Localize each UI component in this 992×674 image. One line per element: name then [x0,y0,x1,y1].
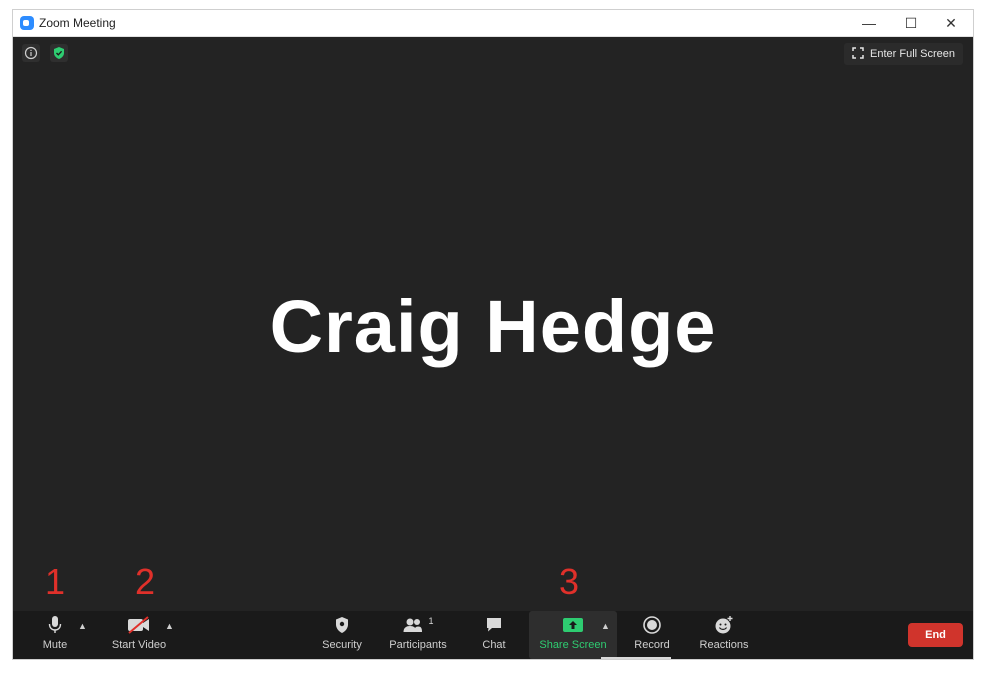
window-title: Zoom Meeting [39,16,116,30]
annotation-marker-1: 1 [45,561,66,602]
microphone-icon [47,611,63,639]
close-button[interactable]: ✕ [931,12,971,34]
caret-up-icon[interactable]: ▲ [78,621,87,631]
mute-button[interactable]: Mute [35,611,75,659]
meeting-area: Enter Full Screen Craig Hedge 1 2 3 [13,37,973,612]
security-label: Security [322,639,362,651]
participants-icon: 1 [402,611,434,639]
zoom-meeting-window: Zoom Meeting — ☐ ✕ Enter Full Screen Cra… [12,9,974,660]
fullscreen-label: Enter Full Screen [870,48,955,60]
caret-up-icon[interactable]: ▲ [601,621,610,631]
record-button[interactable]: Record [630,611,674,659]
share-screen-icon [562,611,584,639]
participants-count: 1 [428,616,434,626]
video-off-icon [126,611,152,639]
annotation-marker-3: 3 [559,561,580,602]
caret-up-icon[interactable]: ▲ [165,621,174,631]
participant-name: Craig Hedge [269,285,717,368]
meeting-toolbar: Mute ▲ Start Video ▲ Security 1 Particip… [13,611,973,659]
start-video-button[interactable]: Start Video [109,611,169,659]
security-button[interactable]: Security [318,611,366,659]
reactions-label: Reactions [699,639,749,651]
mute-label: Mute [42,639,68,651]
record-label: Record [634,639,670,651]
info-icon[interactable] [22,44,40,62]
zoom-app-icon [20,16,34,30]
security-shield-icon [334,611,350,639]
maximize-button[interactable]: ☐ [891,12,931,34]
annotation-marker-2: 2 [135,561,156,602]
enter-full-screen-button[interactable]: Enter Full Screen [844,43,963,65]
shield-check-icon[interactable] [50,44,68,62]
participants-button[interactable]: 1 Participants [387,611,449,659]
record-icon [642,611,662,639]
chat-label: Chat [482,639,506,651]
chat-icon [485,611,503,639]
share-screen-label: Share Screen [539,639,607,651]
title-bar: Zoom Meeting — ☐ ✕ [13,10,973,37]
participants-label: Participants [389,639,447,651]
share-screen-button[interactable]: Share Screen ▲ [529,611,617,659]
chat-button[interactable]: Chat [479,611,509,659]
reactions-button[interactable]: Reactions [696,611,752,659]
minimize-button[interactable]: — [849,12,889,34]
fullscreen-icon [852,46,864,62]
end-button[interactable]: End [908,623,963,647]
reactions-icon [713,611,735,639]
start-video-label: Start Video [111,639,167,651]
